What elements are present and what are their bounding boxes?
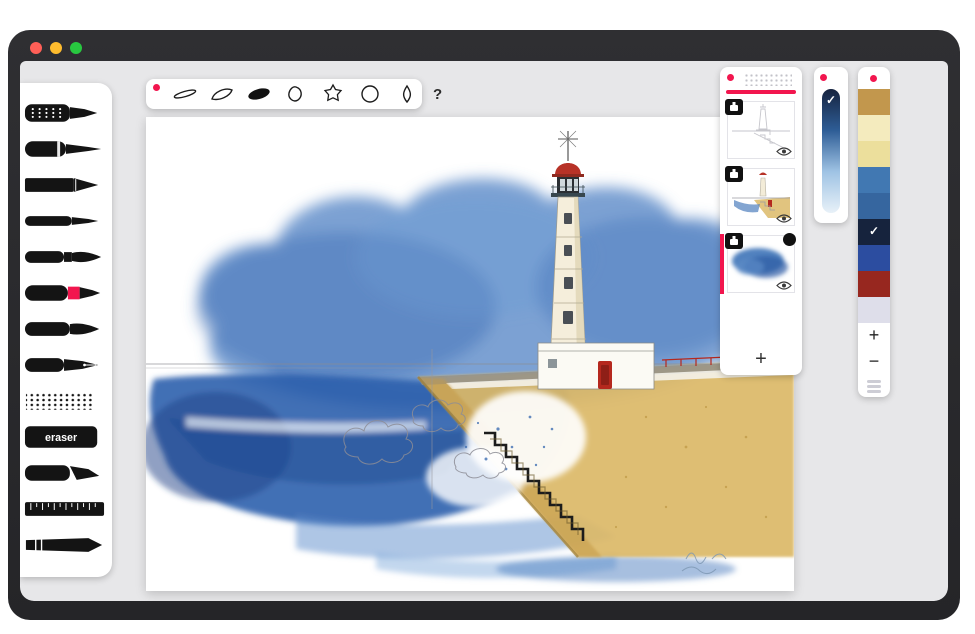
tool-blender[interactable] xyxy=(20,527,112,563)
color-swatch[interactable] xyxy=(858,271,890,297)
brush-shape-filled-ellipse-selected[interactable] xyxy=(246,82,272,106)
ballpoint-pen-icon xyxy=(24,208,106,234)
pencil-icon xyxy=(24,172,106,198)
tool-ballpoint-pen[interactable] xyxy=(20,203,112,239)
ruler-icon xyxy=(24,496,106,522)
gradient-selected-check: ✓ xyxy=(814,93,848,107)
tool-eraser[interactable]: eraser xyxy=(20,419,112,455)
selected-color-check: ✓ xyxy=(858,224,890,238)
layer-paint-icon[interactable] xyxy=(725,233,743,249)
layer-visibility-eye-icon[interactable] xyxy=(776,213,792,224)
layer-paint-icon[interactable] xyxy=(725,166,743,182)
layers-accent-bar xyxy=(726,90,796,94)
window-controls xyxy=(30,42,82,54)
eraser-icon: eraser xyxy=(24,424,106,450)
layer-selected-bar xyxy=(720,234,724,294)
tool-dotted-marker[interactable] xyxy=(20,95,112,131)
tool-ruler[interactable] xyxy=(20,491,112,527)
color-swatch[interactable] xyxy=(858,141,890,167)
layers-drag-handle[interactable] xyxy=(744,73,792,86)
app-window-frame: eraser xyxy=(8,30,960,620)
remove-color-button[interactable]: − xyxy=(858,351,890,372)
opacity-gradient-track[interactable] xyxy=(822,89,840,213)
layer-row-line-sketch[interactable] xyxy=(727,101,795,159)
dotted-marker-icon xyxy=(24,100,106,126)
tools-sidebar: eraser xyxy=(20,83,112,577)
layers-panel: + xyxy=(720,67,802,375)
color-palette-panel: ✓ + − xyxy=(858,67,890,397)
brush-shape-toolbar: ? xyxy=(146,79,422,109)
brush-shape-blob[interactable] xyxy=(283,82,309,106)
round-brush-icon xyxy=(24,316,106,342)
color-swatch[interactable] xyxy=(858,297,890,323)
blender-icon xyxy=(24,532,106,558)
add-layer-button[interactable]: + xyxy=(720,348,802,371)
opacity-slider-panel: ✓ xyxy=(814,67,848,223)
brush-shape-leaf-ellipse[interactable] xyxy=(209,82,235,106)
layer-paint-icon[interactable] xyxy=(725,99,743,115)
color-swatch[interactable] xyxy=(858,245,890,271)
fine-liner-icon xyxy=(24,136,106,162)
color-swatch[interactable] xyxy=(858,193,890,219)
layers-indicator-dot xyxy=(727,74,734,81)
color-swatch[interactable]: ✓ xyxy=(858,219,890,245)
tool-calligraphy-pen[interactable] xyxy=(20,347,112,383)
chisel-marker-icon xyxy=(24,460,106,486)
brush-help-button[interactable]: ? xyxy=(433,86,442,103)
eraser-label: eraser xyxy=(45,432,78,444)
layer-color-dot[interactable] xyxy=(783,233,796,246)
layer-visibility-eye-icon[interactable] xyxy=(776,146,792,157)
slider-indicator-dot xyxy=(820,74,827,81)
color-swatch[interactable] xyxy=(858,89,890,115)
watercolor-brush-icon xyxy=(24,280,106,306)
color-swatches: ✓ xyxy=(858,89,890,323)
brush-shape-star[interactable] xyxy=(320,82,346,106)
workspace: eraser xyxy=(20,61,948,601)
window-control-close[interactable] xyxy=(30,42,42,54)
window-control-minimize[interactable] xyxy=(50,42,62,54)
toolbar-indicator-dot xyxy=(153,84,160,91)
tool-pencil[interactable] xyxy=(20,167,112,203)
layer-visibility-eye-icon[interactable] xyxy=(776,280,792,291)
airbrush-icon xyxy=(24,388,106,414)
tool-paint-brush[interactable] xyxy=(20,239,112,275)
tool-round-brush[interactable] xyxy=(20,311,112,347)
tool-chisel-marker[interactable] xyxy=(20,455,112,491)
window-control-zoom[interactable] xyxy=(70,42,82,54)
paint-brush-icon xyxy=(24,244,106,270)
tool-airbrush[interactable] xyxy=(20,383,112,419)
palette-menu-icon[interactable] xyxy=(867,380,881,395)
drawing-canvas[interactable] xyxy=(146,117,794,591)
add-color-button[interactable]: + xyxy=(858,325,890,346)
layer-list xyxy=(727,101,795,302)
calligraphy-pen-icon xyxy=(24,352,106,378)
brush-shape-droplet[interactable] xyxy=(394,82,420,106)
palette-indicator-dot xyxy=(870,75,877,82)
tool-watercolor-brush-active[interactable] xyxy=(20,275,112,311)
tool-fine-liner[interactable] xyxy=(20,131,112,167)
brush-shape-circle[interactable] xyxy=(357,82,383,106)
lighthouse-watercolor-painting xyxy=(146,117,794,591)
layer-row-watercolor-wash[interactable] xyxy=(727,235,795,293)
color-swatch[interactable] xyxy=(858,115,890,141)
brush-shape-thin-ellipse[interactable] xyxy=(172,82,198,106)
color-swatch[interactable] xyxy=(858,167,890,193)
layer-row-color-sketch[interactable] xyxy=(727,168,795,226)
